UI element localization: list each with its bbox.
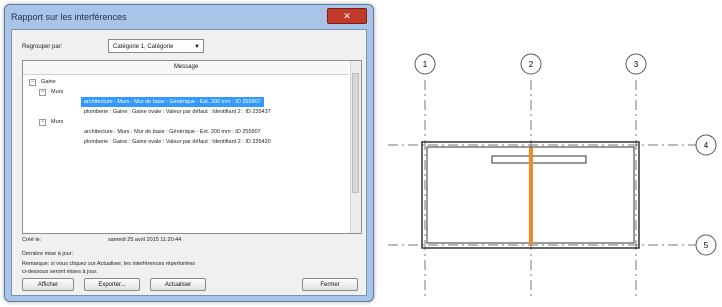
- created-value: samedi 25 avril 2015 11:20:44: [108, 237, 182, 243]
- clash-report-dialog: Rapport sur les interférences ✕ Regroupe…: [4, 4, 374, 302]
- group-by-value: Catégorie 1, Catégorie: [113, 44, 174, 50]
- collapse-icon[interactable]: −: [39, 119, 46, 126]
- created-label: Créé le:: [22, 237, 42, 243]
- grid-label-1: 1: [423, 60, 428, 69]
- dialog-title: Rapport sur les interférences: [11, 12, 127, 22]
- tree-root-item[interactable]: Gaine: [41, 77, 56, 87]
- tree-clash-item-selected[interactable]: architecture : Murs : Mur de base : Géné…: [81, 97, 264, 107]
- highlighted-clash-element[interactable]: [529, 148, 533, 245]
- tree-scrollbar[interactable]: [350, 61, 361, 233]
- message-column-header[interactable]: Message: [23, 61, 349, 75]
- chevron-down-icon: ▼: [194, 44, 200, 50]
- grid-label-3: 3: [634, 60, 639, 69]
- tree-clash-item[interactable]: plomberie : Gaine : Gaine ovale : Valeur…: [81, 137, 274, 147]
- tree-clash-item[interactable]: plomberie : Gaine : Gaine ovale : Valeur…: [81, 107, 274, 117]
- tree-group-item[interactable]: Murs: [51, 117, 63, 127]
- clash-tree[interactable]: Message − Gaine − Murs architecture : Mu…: [22, 60, 362, 234]
- note-text: Remarque: si vous cliquez sur Actualiser…: [22, 261, 196, 267]
- close-icon[interactable]: ✕: [327, 8, 367, 24]
- last-update-label: Dernière mise à jour:: [22, 251, 74, 257]
- group-by-select[interactable]: Catégorie 1, Catégorie ▼: [108, 39, 204, 53]
- grid-label-5: 5: [704, 241, 709, 250]
- refresh-button[interactable]: Actualiser: [150, 278, 206, 291]
- tree-clash-item[interactable]: architecture : Murs : Mur de base : Géné…: [81, 127, 264, 137]
- collapse-icon[interactable]: −: [29, 79, 36, 86]
- export-button[interactable]: Exporter...: [84, 278, 140, 291]
- floor-plan-view[interactable]: 1 2 3 4 5: [378, 0, 722, 307]
- show-button[interactable]: Afficher: [22, 278, 74, 291]
- close-button[interactable]: Fermer: [302, 278, 358, 291]
- dialog-body: Regrouper par: Catégorie 1, Catégorie ▼ …: [11, 29, 367, 296]
- collapse-icon[interactable]: −: [39, 89, 46, 96]
- scrollbar-thumb[interactable]: [352, 73, 359, 193]
- duct[interactable]: [491, 155, 587, 164]
- tree-group-item[interactable]: Murs: [51, 87, 63, 97]
- grid-label-2: 2: [529, 60, 534, 69]
- note-text-continued: ci-dessous seront mises à jour.: [22, 269, 98, 275]
- grid-label-4: 4: [704, 141, 709, 150]
- group-by-label: Regrouper par:: [22, 44, 63, 50]
